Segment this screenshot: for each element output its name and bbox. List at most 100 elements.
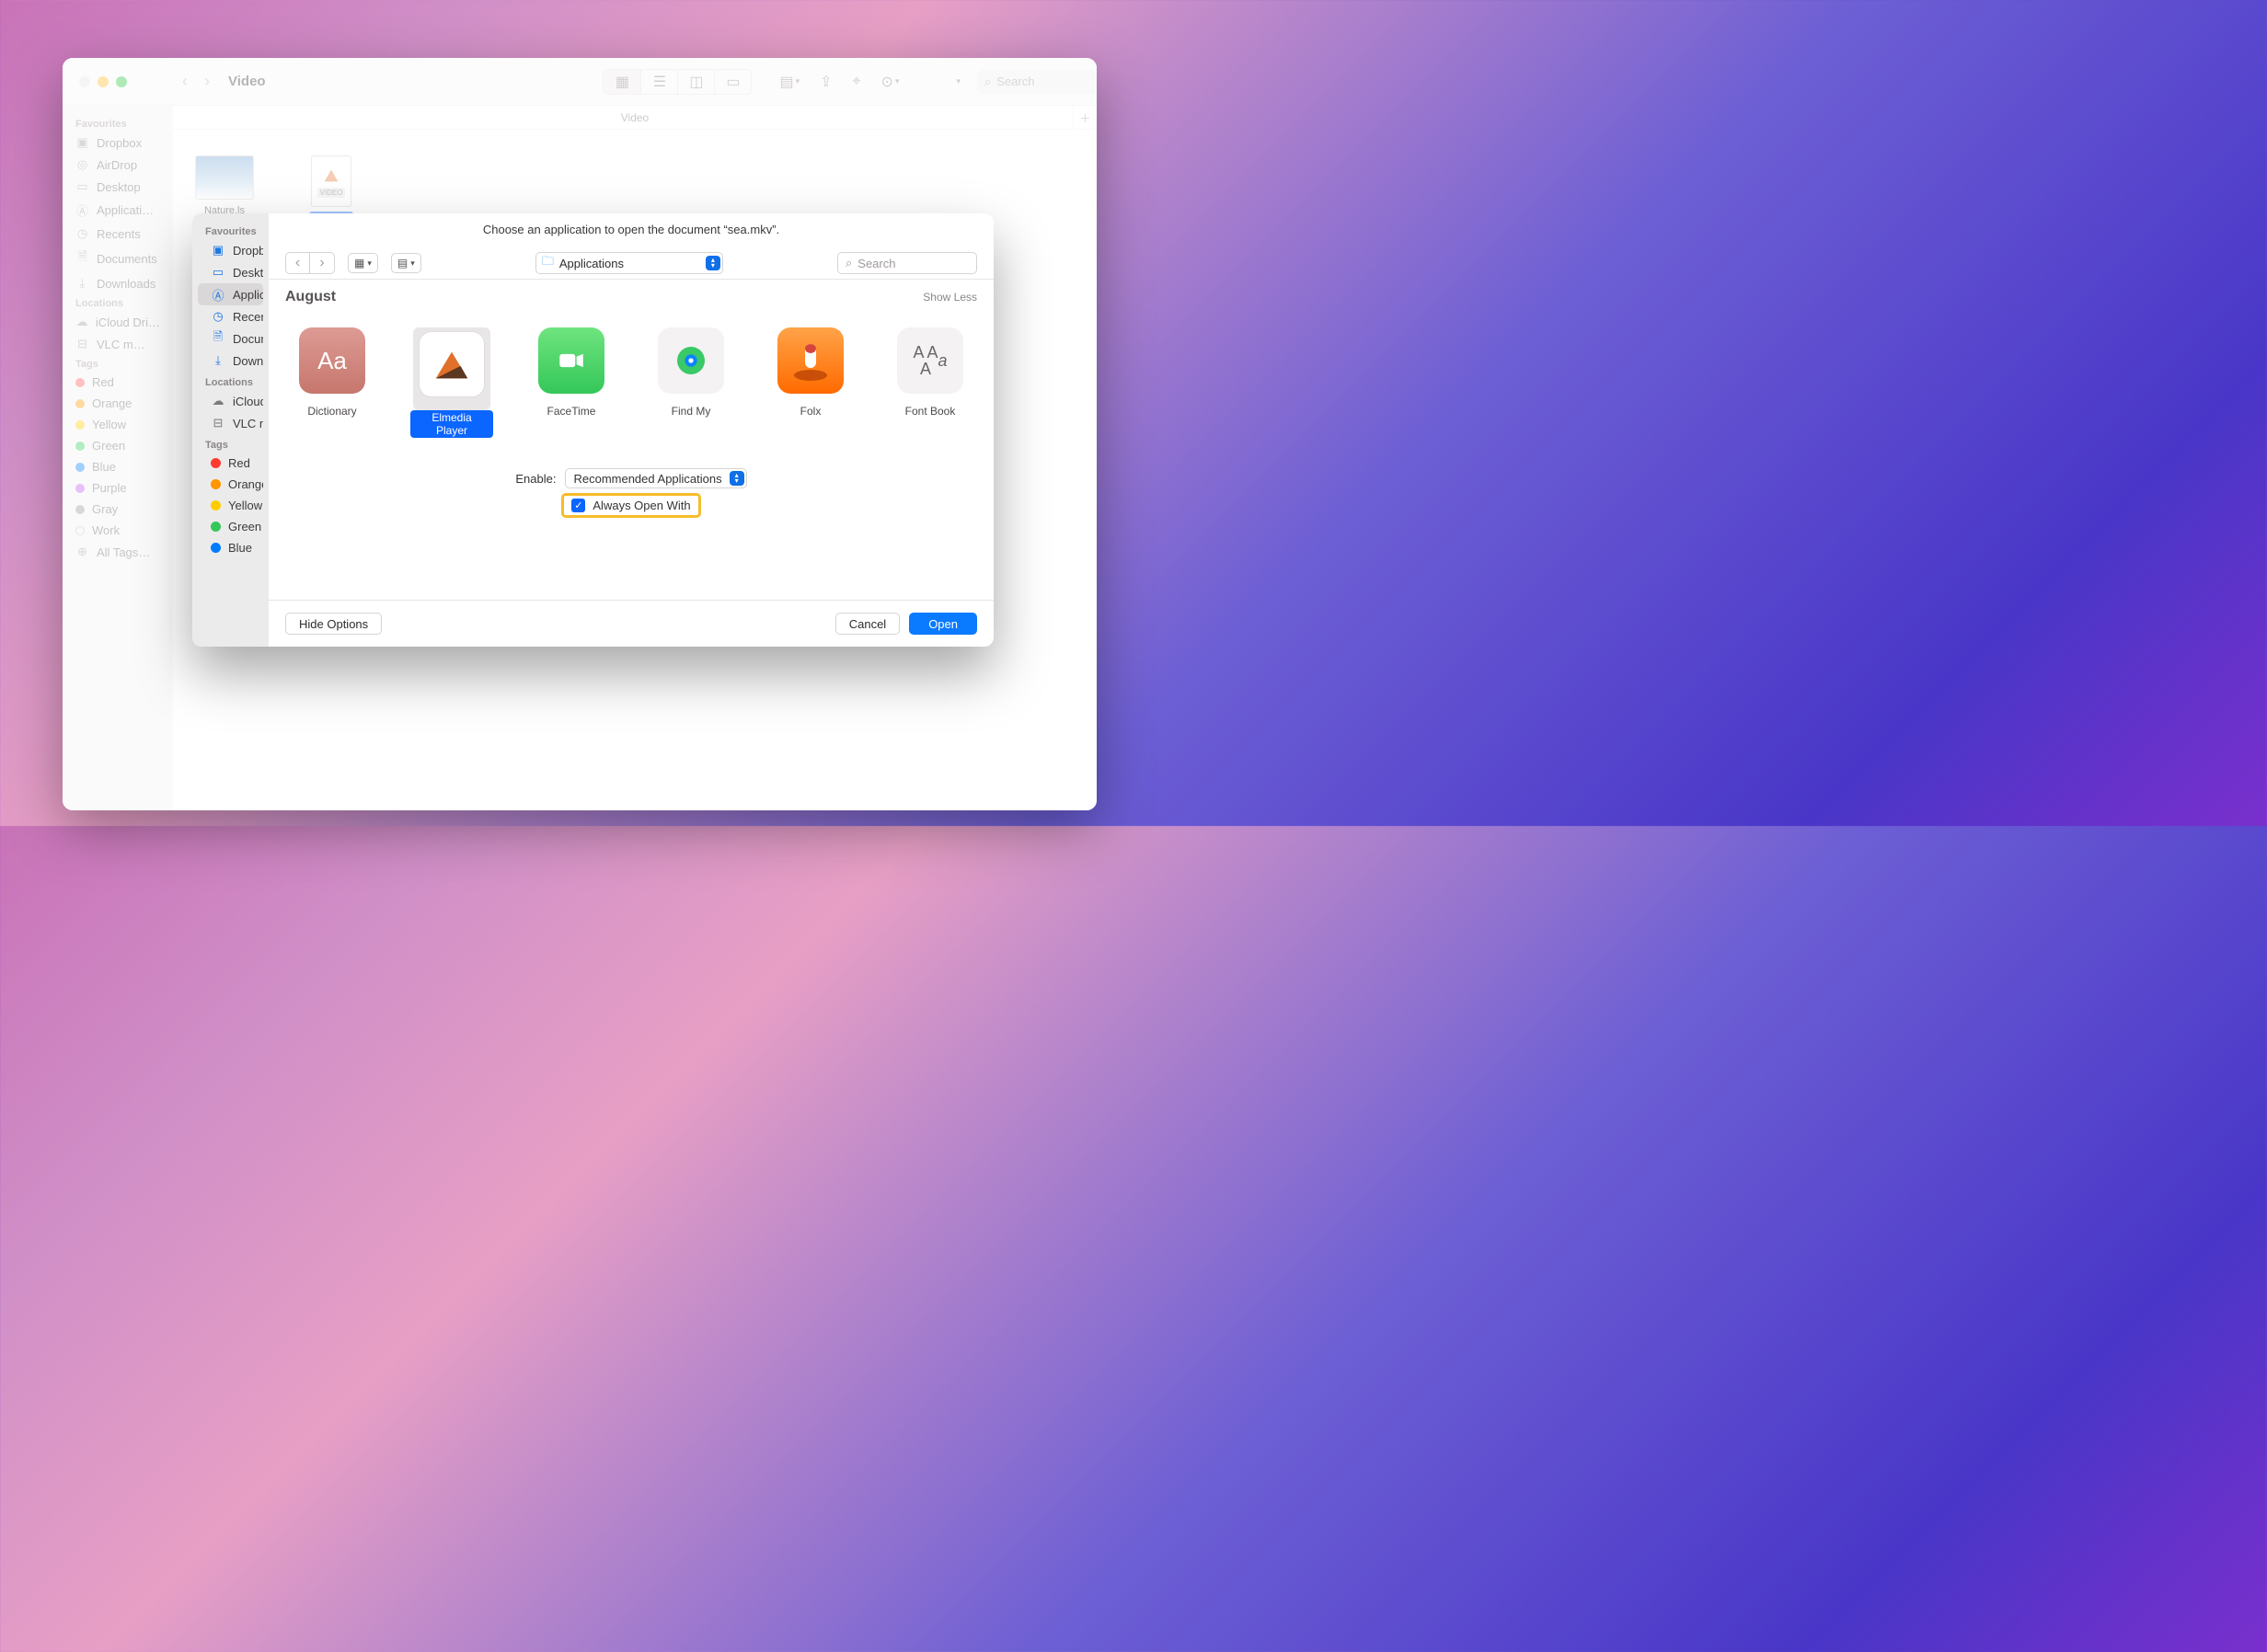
app-find-my[interactable]: Find My [650, 327, 732, 439]
app-elmedia-player[interactable]: Elmedia Player [410, 327, 493, 439]
section-month-label: August [285, 289, 336, 305]
grid-icon: ▦ [354, 257, 364, 270]
dialog-sidebar-tag-orange[interactable]: Orange [198, 474, 263, 495]
window-close-button[interactable] [79, 76, 90, 87]
folder-icon: 🗀 [542, 253, 554, 273]
recents-icon: ◷ [75, 226, 89, 241]
dialog-sidebar-item-vlc[interactable]: ⊟VLC m...⏏ [198, 412, 263, 434]
sidebar-tag-purple[interactable]: Purple [63, 477, 173, 499]
sidebar-item-icloud[interactable]: ☁iCloud Dri… [63, 311, 173, 333]
window-zoom-button[interactable] [116, 76, 127, 87]
dialog-back-button[interactable]: ‹ [286, 253, 310, 273]
app-label: Find My [672, 405, 711, 418]
dialog-section-favourites: Favourites [192, 221, 269, 239]
always-open-with-checkbox[interactable]: ✓ [571, 499, 585, 512]
desktop-icon: ▭ [75, 179, 89, 194]
sidebar-item-recents[interactable]: ◷Recents [63, 223, 173, 245]
share-button[interactable]: ⇪ [820, 73, 832, 91]
app-label: FaceTime [547, 405, 596, 418]
finder-sidebar: Favourites ▣Dropbox ◎AirDrop ▭Desktop ⒶA… [63, 106, 173, 810]
location-popup[interactable]: 🗀 Applications ▴▾ [535, 252, 723, 274]
view-gallery-button[interactable]: ▭ [714, 70, 751, 94]
dialog-sidebar-item-documents[interactable]: 🗎Documents [198, 327, 263, 350]
toolbar-overflow-button[interactable]: ▾ [956, 76, 961, 86]
finder-toolbar: ‹ › Video ▦ ☰ ◫ ▭ ▤▾ ⇪ ⌖ ⊙▾ ▾ ⌕ Search [63, 58, 1097, 106]
chevron-down-icon: ▾ [410, 258, 415, 269]
dialog-sidebar-item-recents[interactable]: ◷Recents [198, 305, 263, 327]
file-badge: VIDEO [317, 188, 346, 198]
sidebar-tag-gray[interactable]: Gray [63, 499, 173, 520]
dialog-sidebar-tag-green[interactable]: Green [198, 516, 263, 537]
app-label: Elmedia Player [410, 410, 493, 438]
sidebar-item-airdrop[interactable]: ◎AirDrop [63, 154, 173, 176]
sidebar-tag-green[interactable]: Green [63, 435, 173, 456]
enable-popup[interactable]: Recommended Applications ▴▾ [565, 468, 746, 488]
actions-button[interactable]: ⊙▾ [881, 73, 900, 91]
sidebar-all-tags[interactable]: ⊕All Tags… [63, 541, 173, 563]
sidebar-item-dropbox[interactable]: ▣Dropbox [63, 132, 173, 154]
window-minimize-button[interactable] [98, 76, 109, 87]
tags-button[interactable]: ⌖ [853, 74, 861, 90]
app-facetime[interactable]: FaceTime [530, 327, 613, 439]
view-column-button[interactable]: ◫ [677, 70, 714, 94]
dialog-sidebar-item-icloud[interactable]: ☁iCloud Dri... [198, 390, 263, 412]
view-list-button[interactable]: ☰ [640, 70, 677, 94]
always-open-with-row: ✓ Always Open With [564, 496, 697, 515]
finder-search-field[interactable]: ⌕ Search [977, 70, 1097, 94]
sidebar-item-vlc[interactable]: ⊟VLC m… [63, 333, 173, 355]
app-label: Folx [800, 405, 822, 418]
dialog-sidebar-item-downloads[interactable]: ⤓Downloads [198, 350, 263, 372]
nav-forward-button[interactable]: › [204, 72, 210, 91]
disk-icon: ⊟ [211, 416, 225, 430]
app-font-book[interactable]: A AA a Font Book [889, 327, 972, 439]
applications-icon: Ⓐ [75, 201, 89, 219]
group-by-button[interactable]: ▤▾ [779, 73, 800, 91]
video-file-icon: VIDEO [311, 155, 351, 207]
file-thumbnail-icon [195, 155, 254, 200]
app-folx[interactable]: Folx [769, 327, 852, 439]
stepper-icon: ▴▾ [730, 471, 744, 486]
cancel-button[interactable]: Cancel [835, 613, 900, 635]
hide-options-button[interactable]: Hide Options [285, 613, 382, 635]
dialog-view-button[interactable]: ▦▾ [348, 253, 378, 273]
sidebar-tag-orange[interactable]: Orange [63, 393, 173, 414]
open-button[interactable]: Open [909, 613, 977, 635]
facetime-icon [538, 327, 604, 394]
dialog-sidebar-tag-yellow[interactable]: Yellow [198, 495, 263, 516]
documents-icon: 🗎 [75, 248, 89, 269]
sidebar-tag-red[interactable]: Red [63, 372, 173, 393]
view-icon-button[interactable]: ▦ [604, 70, 640, 94]
downloads-icon: ⤓ [211, 353, 225, 368]
dialog-sidebar-item-desktop[interactable]: ▭Desktop [198, 261, 263, 283]
sidebar-tag-blue[interactable]: Blue [63, 456, 173, 477]
sidebar-item-downloads[interactable]: ⤓Downloads [63, 272, 173, 294]
dialog-sidebar-item-dropbox[interactable]: ▣Dropbox [198, 239, 263, 261]
dialog-nav-buttons: ‹ › [285, 252, 335, 274]
nav-back-button[interactable]: ‹ [182, 72, 188, 91]
sidebar-tag-yellow[interactable]: Yellow [63, 414, 173, 435]
dialog-sidebar-item-applications[interactable]: ⒶApplicati... [198, 283, 263, 305]
dialog-sidebar-tag-blue[interactable]: Blue [198, 537, 263, 558]
dialog-toolbar: ‹ › ▦▾ ▤▾ 🗀 Applications ▴▾ ⌕ Search [269, 247, 994, 279]
sidebar-item-desktop[interactable]: ▭Desktop [63, 176, 173, 198]
sidebar-tag-work[interactable]: Work [63, 520, 173, 541]
show-less-button[interactable]: Show Less [923, 291, 977, 304]
search-placeholder: Search [857, 257, 895, 270]
sidebar-item-documents[interactable]: 🗎Documents [63, 245, 173, 272]
app-label: Dictionary [307, 405, 356, 418]
dialog-sidebar-tag-red[interactable]: Red [198, 453, 263, 474]
sidebar-item-applications[interactable]: ⒶApplicati… [63, 198, 173, 223]
dialog-group-button[interactable]: ▤▾ [391, 253, 421, 273]
folder-icon: ▣ [211, 243, 225, 258]
app-dictionary[interactable]: Aa Dictionary [291, 327, 374, 439]
location-label: Applications [559, 257, 624, 270]
desktop-icon: ▭ [211, 265, 225, 280]
add-tab-button[interactable]: ＋ [1073, 106, 1097, 130]
dialog-search-field[interactable]: ⌕ Search [837, 252, 977, 274]
app-label: Font Book [905, 405, 956, 418]
path-label: Video [621, 111, 649, 124]
airdrop-icon: ◎ [75, 157, 89, 172]
view-mode-group: ▦ ☰ ◫ ▭ [603, 69, 752, 95]
dialog-forward-button[interactable]: › [310, 253, 334, 273]
find-my-icon [658, 327, 724, 394]
